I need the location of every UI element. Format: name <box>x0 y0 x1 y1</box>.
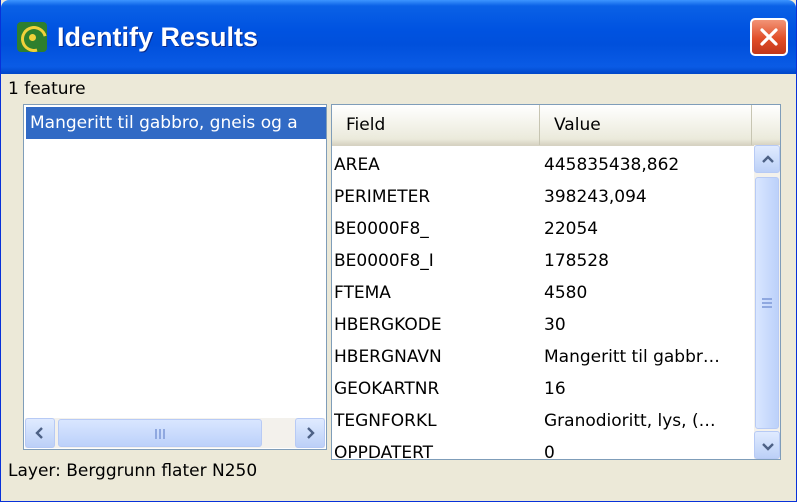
app-logo-icon <box>16 21 52 57</box>
table-row[interactable]: GEOKARTNR 16 <box>332 373 754 405</box>
arrow-left-icon <box>35 427 43 439</box>
scroll-down-button[interactable] <box>754 431 780 459</box>
column-header-value[interactable]: Value <box>540 105 752 145</box>
horizontal-scrollbar[interactable] <box>25 418 325 448</box>
layer-label: Layer: Berggrunn flater N250 <box>8 461 258 481</box>
horizontal-scroll-thumb[interactable] <box>58 419 262 447</box>
vertical-scrollbar[interactable] <box>754 145 780 459</box>
close-icon <box>760 28 778 46</box>
table-row[interactable]: AREA 445835438,862 <box>332 149 754 181</box>
vertical-scroll-thumb[interactable] <box>755 177 779 429</box>
value-cell: 22054 <box>544 219 599 239</box>
field-cell: BE0000F8_ <box>334 219 429 239</box>
value-cell: 178528 <box>544 251 609 271</box>
field-cell: BE0000F8_I <box>334 251 434 271</box>
feature-count-label: 1 feature <box>8 79 86 99</box>
table-row[interactable]: TEGNFORKL Granodioritt, lys, (… <box>332 405 754 437</box>
arrow-down-icon <box>762 443 774 451</box>
table-row[interactable]: HBERGKODE 30 <box>332 309 754 341</box>
value-cell: 0 <box>544 443 555 460</box>
title-bar[interactable]: Identify Results <box>1 0 796 74</box>
table-row[interactable]: HBERGNAVN Mangeritt til gabbr… <box>332 341 754 373</box>
field-cell: HBERGKODE <box>334 315 442 335</box>
column-header-field[interactable]: Field <box>332 105 540 145</box>
table-body: AREA 445835438,862 PERIMETER 398243,094 BE00… <box>332 145 754 460</box>
grip-icon <box>155 429 167 439</box>
attributes-table: Field Value AREA 445835438,862 PERIMETER 39… <box>331 104 781 460</box>
value-cell: Mangeritt til gabbr… <box>544 347 720 367</box>
field-cell: OPPDATERT <box>334 443 434 460</box>
field-cell: GEOKARTNR <box>334 379 440 399</box>
feature-list[interactable]: Mangeritt til gabbro, gneis og a <box>23 104 327 450</box>
value-cell: 16 <box>544 379 566 399</box>
value-cell: Granodioritt, lys, (… <box>544 411 716 431</box>
field-cell: TEGNFORKL <box>334 411 437 431</box>
arrow-right-icon <box>307 427 315 439</box>
field-cell: FTEMA <box>334 283 391 303</box>
value-cell: 4580 <box>544 283 588 303</box>
table-row[interactable]: FTEMA 4580 <box>332 277 754 309</box>
identify-results-window: Identify Results 1 feature Mangeritt til… <box>0 0 797 502</box>
arrow-up-icon <box>762 155 774 163</box>
table-row[interactable]: BE0000F8_ 22054 <box>332 213 754 245</box>
field-cell: PERIMETER <box>334 187 431 207</box>
table-row[interactable]: OPPDATERT 0 <box>332 437 754 460</box>
table-header: Field Value <box>332 105 780 146</box>
window-title: Identify Results <box>57 22 259 52</box>
field-cell: HBERGNAVN <box>334 347 442 367</box>
table-row[interactable]: BE0000F8_I 178528 <box>332 245 754 277</box>
scroll-left-button[interactable] <box>25 418 55 448</box>
value-cell: 30 <box>544 315 566 335</box>
feature-list-item[interactable]: Mangeritt til gabbro, gneis og a <box>26 107 326 139</box>
grip-icon <box>762 298 772 310</box>
value-cell: 445835438,862 <box>544 155 680 175</box>
scroll-right-button[interactable] <box>295 418 325 448</box>
close-button[interactable] <box>750 18 788 56</box>
table-row[interactable]: PERIMETER 398243,094 <box>332 181 754 213</box>
field-cell: AREA <box>334 155 380 175</box>
value-cell: 398243,094 <box>544 187 647 207</box>
scroll-up-button[interactable] <box>754 145 780 173</box>
